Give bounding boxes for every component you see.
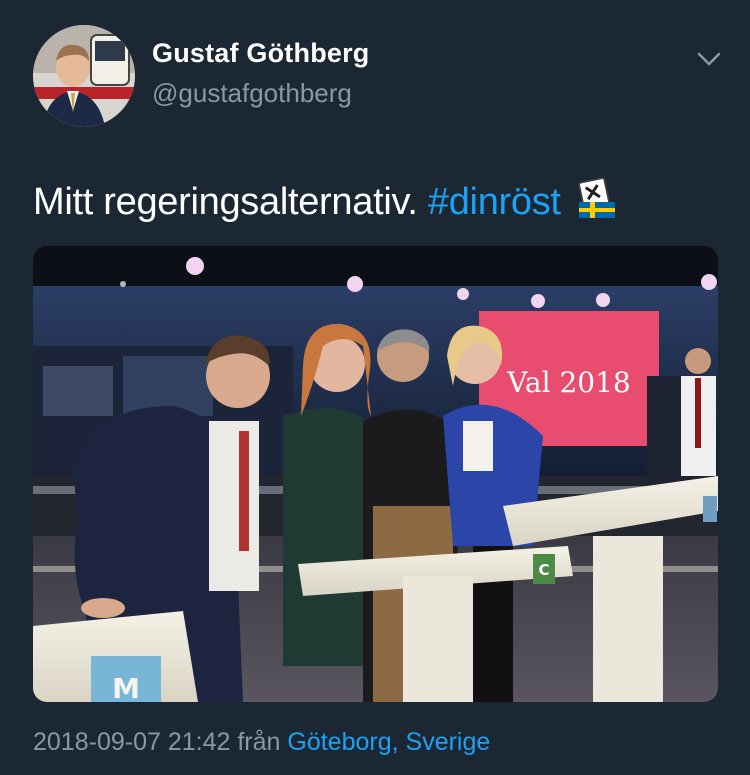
- user-handle[interactable]: @gustafgothberg: [152, 78, 352, 109]
- chevron-down-icon[interactable]: [692, 44, 726, 74]
- tweet: Gustaf Göthberg @gustafgothberg Mitt reg…: [0, 0, 750, 775]
- location-link[interactable]: Göteborg, Sverige: [287, 728, 490, 756]
- podium-label-c: C: [538, 561, 549, 579]
- tweet-body: Mitt regeringsalternativ.: [33, 181, 418, 223]
- avatar[interactable]: [33, 25, 135, 127]
- tweet-photo[interactable]: Val 2018 C M: [33, 246, 718, 702]
- timestamp[interactable]: 2018-09-07 21:42: [33, 728, 230, 756]
- avatar-image: [33, 25, 135, 127]
- from-label: från: [237, 728, 281, 756]
- hashtag-link[interactable]: #dinröst: [428, 181, 561, 223]
- screen-text: Val 2018: [506, 366, 630, 399]
- podium-label-m: M: [112, 672, 140, 702]
- tweet-text: Mitt regeringsalternativ. #dinröst: [33, 176, 619, 230]
- ballot-box-icon: [575, 176, 619, 230]
- tweet-meta: 2018-09-07 21:42 från Göteborg, Sverige: [33, 728, 490, 757]
- debate-studio-image: Val 2018 C M: [33, 246, 718, 702]
- display-name[interactable]: Gustaf Göthberg: [152, 38, 370, 69]
